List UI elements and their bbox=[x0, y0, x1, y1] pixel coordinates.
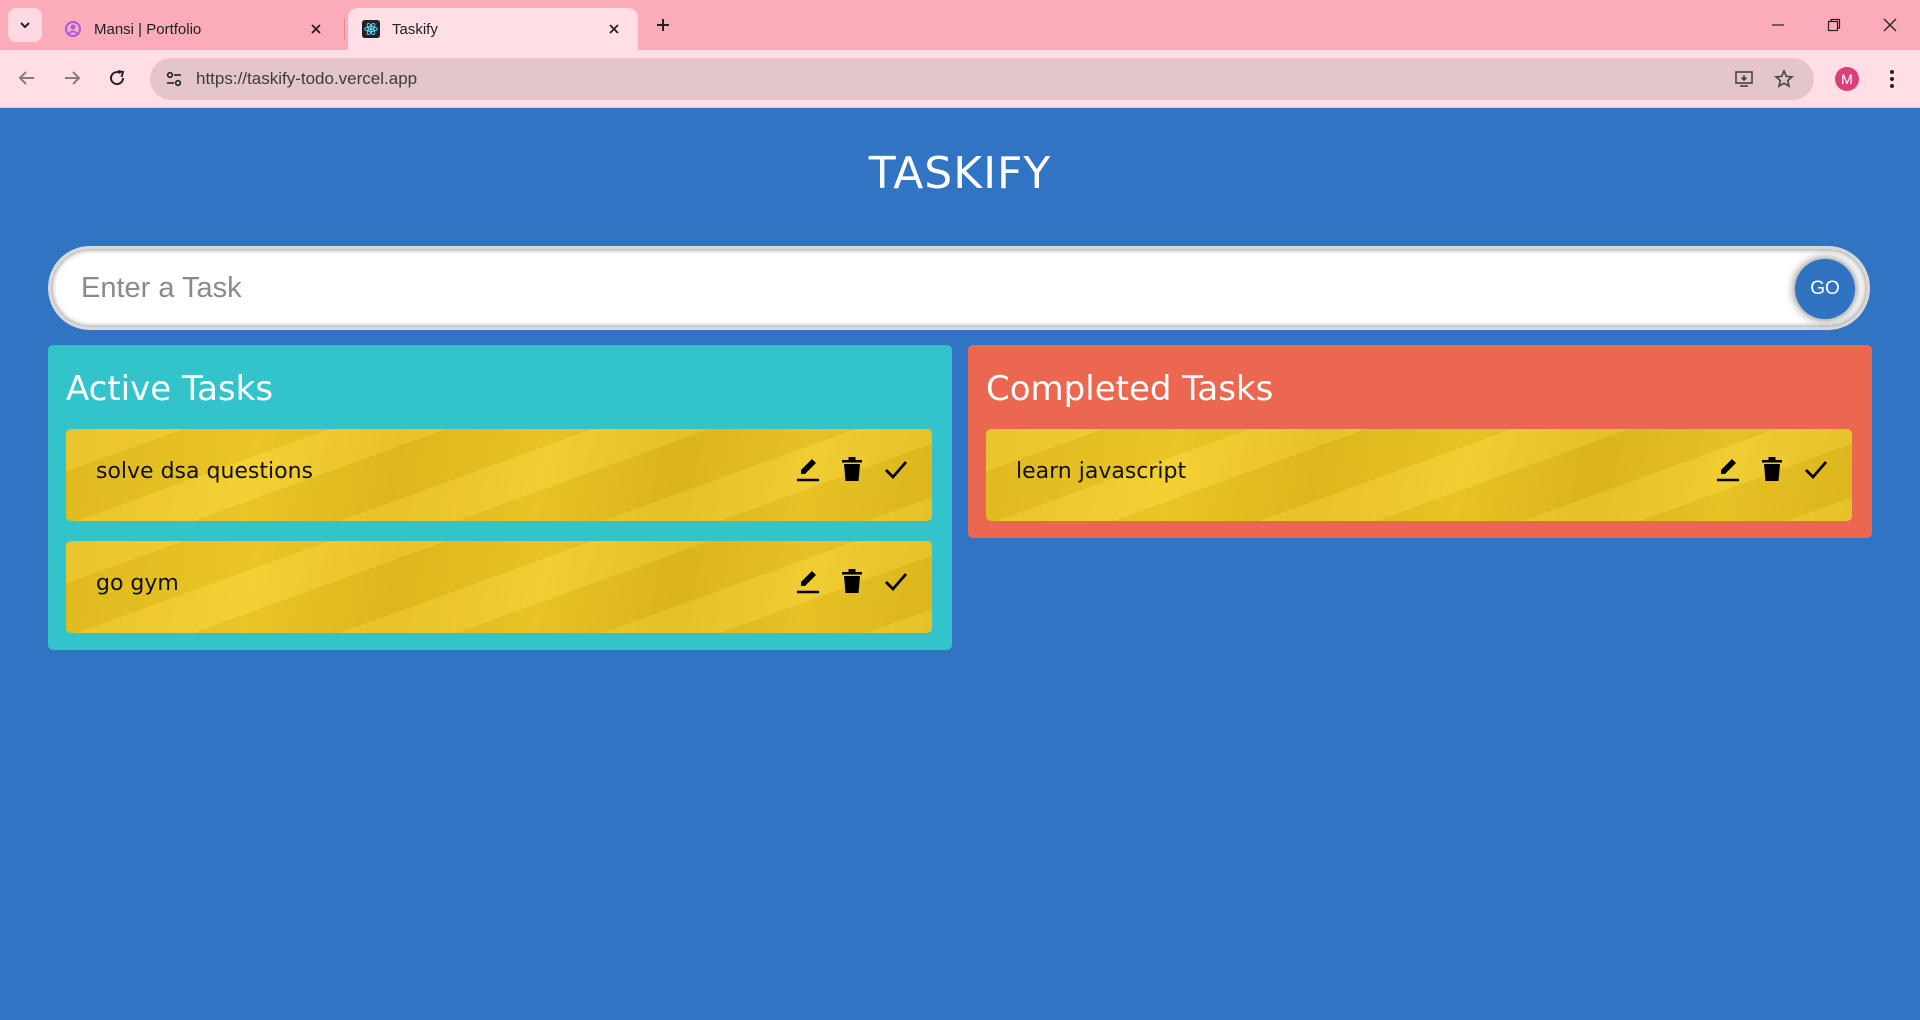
task-text: solve dsa questions bbox=[96, 459, 313, 484]
done-icon[interactable] bbox=[1804, 455, 1828, 483]
edit-icon[interactable] bbox=[796, 567, 820, 595]
task-form: GO bbox=[48, 246, 1870, 330]
portfolio-favicon bbox=[64, 20, 82, 38]
back-icon bbox=[18, 71, 34, 85]
task-text: learn javascript bbox=[1016, 459, 1187, 484]
tab-title: Mansi | Portfolio bbox=[94, 20, 202, 38]
page-title: TASKIFY bbox=[868, 148, 1052, 199]
done-icon[interactable] bbox=[884, 567, 908, 595]
browser-toolbar: https://taskify-todo.vercel.app M bbox=[0, 50, 1920, 108]
url-text: https://taskify-todo.vercel.app bbox=[196, 69, 418, 88]
task-text: go gym bbox=[96, 571, 179, 596]
go-button[interactable]: GO bbox=[1795, 259, 1855, 319]
tab-taskify[interactable]: Taskify bbox=[348, 8, 638, 50]
done-icon[interactable] bbox=[884, 455, 908, 483]
completed-tasks-heading: Completed Tasks bbox=[986, 369, 1274, 409]
delete-icon[interactable] bbox=[840, 455, 864, 483]
chevron-down-icon bbox=[20, 22, 30, 29]
task-card[interactable]: go gym bbox=[66, 541, 932, 633]
restore-button[interactable] bbox=[1806, 0, 1862, 50]
close-icon bbox=[1883, 18, 1897, 32]
task-card[interactable]: solve dsa questions bbox=[66, 429, 932, 521]
delete-icon[interactable] bbox=[1760, 455, 1784, 483]
active-tasks-panel: Active Tasks solve dsa questions go gym bbox=[48, 345, 952, 650]
edit-icon[interactable] bbox=[1716, 455, 1740, 483]
tab-portfolio[interactable]: Mansi | Portfolio bbox=[50, 8, 340, 50]
install-app-icon[interactable] bbox=[1730, 65, 1758, 93]
reload-icon bbox=[110, 70, 125, 86]
completed-tasks-panel: Completed Tasks learn javascript bbox=[968, 345, 1872, 538]
forward-icon bbox=[65, 71, 81, 85]
tab-divider bbox=[344, 18, 345, 40]
restore-icon bbox=[1827, 18, 1841, 32]
task-actions bbox=[1716, 455, 1828, 483]
forward-button[interactable] bbox=[55, 61, 89, 95]
more-menu-icon[interactable] bbox=[1880, 64, 1904, 94]
close-window-button[interactable] bbox=[1862, 0, 1918, 50]
task-card[interactable]: learn javascript bbox=[986, 429, 1852, 521]
close-icon[interactable] bbox=[306, 19, 326, 39]
close-icon[interactable] bbox=[604, 19, 624, 39]
site-settings-icon[interactable] bbox=[160, 65, 188, 93]
star-icon[interactable] bbox=[1770, 65, 1798, 93]
reload-button[interactable] bbox=[100, 61, 134, 95]
new-tab-button[interactable] bbox=[650, 12, 676, 38]
tab-title: Taskify bbox=[392, 20, 438, 38]
react-favicon bbox=[362, 20, 380, 38]
plus-icon bbox=[657, 19, 669, 31]
minimize-button[interactable] bbox=[1750, 0, 1806, 50]
delete-icon[interactable] bbox=[840, 567, 864, 595]
task-actions bbox=[796, 567, 908, 595]
edit-icon[interactable] bbox=[796, 455, 820, 483]
address-bar[interactable]: https://taskify-todo.vercel.app bbox=[150, 58, 1814, 100]
tab-bar: Mansi | Portfolio Taskify bbox=[0, 0, 1920, 50]
tab-search-button[interactable] bbox=[8, 8, 42, 42]
profile-avatar[interactable]: M bbox=[1835, 67, 1859, 91]
task-actions bbox=[796, 455, 908, 483]
active-tasks-heading: Active Tasks bbox=[66, 369, 274, 409]
minimize-icon bbox=[1772, 24, 1784, 26]
back-button[interactable] bbox=[10, 61, 44, 95]
task-input[interactable] bbox=[81, 263, 1741, 313]
